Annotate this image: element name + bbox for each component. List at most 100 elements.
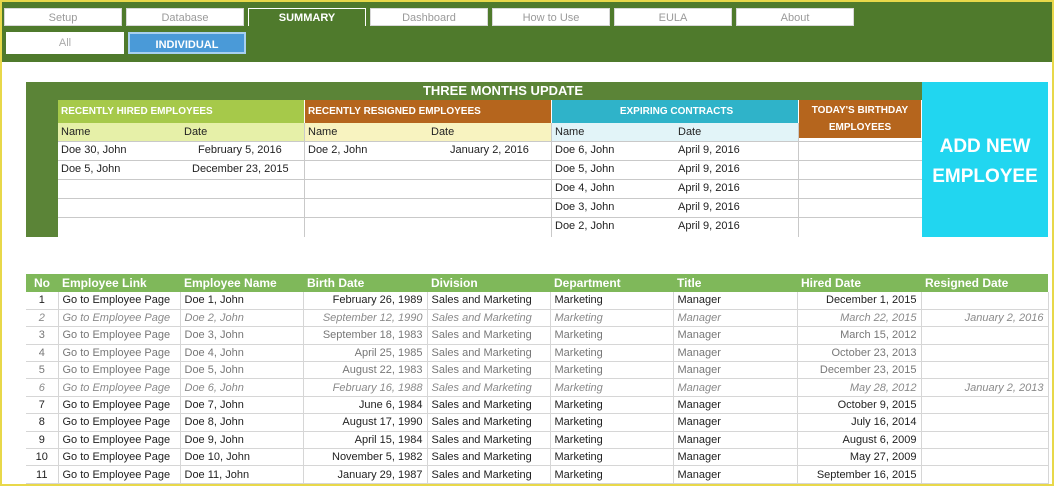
expiring-name: Doe 5, John [555,163,615,175]
header-employee-link[interactable]: Employee Link [58,274,180,292]
expiring-name: Doe 3, John [555,201,615,213]
job-title: Manager [673,413,798,432]
job-title: Manager [673,344,798,363]
grid-line [58,179,922,180]
hired-date: March 15, 2012 [797,326,922,345]
department: Marketing [550,448,674,467]
employee-page-link[interactable]: Go to Employee Page [58,309,181,328]
header-resigned-date[interactable]: Resigned Date [921,274,1048,292]
hired-date: October 9, 2015 [797,396,922,415]
row-number: 2 [26,309,59,328]
birth-date: February 16, 1988 [303,378,428,397]
tab-database[interactable]: Database [126,8,244,26]
birth-date: August 22, 1983 [303,361,428,380]
table-row: 3 Go to Employee Page Doe 3, John September… [26,326,1049,345]
header-employee-name[interactable]: Employee Name [180,274,303,292]
resigned-name: Doe 2, John [308,144,368,156]
header-no[interactable]: No [26,274,58,292]
tab-eula[interactable]: EULA [614,8,732,26]
hired-date: May 27, 2009 [797,448,922,467]
employee-page-link[interactable]: Go to Employee Page [58,413,181,432]
hired-date: September 16, 2015 [797,465,922,484]
employee-name: Doe 3, John [180,326,304,345]
expiring-date: April 9, 2016 [678,182,740,194]
hired-date: February 5, 2016 [198,144,282,156]
subtab-all[interactable]: All [6,32,124,54]
grid-line [551,123,552,237]
table-header-row: No Employee Link Employee Name Birth Dat… [26,274,1048,292]
section-recently-resigned: RECENTLY RESIGNED EMPLOYEES [305,100,551,123]
employee-page-link[interactable]: Go to Employee Page [58,396,181,415]
job-title: Manager [673,309,798,328]
header-division[interactable]: Division [427,274,550,292]
expiring-col-date: Date [678,126,702,138]
employee-name: Doe 6, John [180,378,304,397]
expiring-name: Doe 2, John [555,220,615,232]
division: Sales and Marketing [427,448,551,467]
birth-date: February 26, 1989 [303,292,428,310]
grid-line [798,123,799,237]
header-birth-date[interactable]: Birth Date [303,274,427,292]
employee-name: Doe 4, John [180,344,304,363]
top-navigation-bar: Setup Database SUMMARY Dashboard How to … [2,2,1052,62]
resigned-date: January 2, 2013 [921,378,1049,397]
hired-date: August 6, 2009 [797,431,922,450]
table-row: 8 Go to Employee Page Doe 8, John August 17… [26,413,1049,432]
subtab-individual[interactable]: INDIVIDUAL [128,32,246,54]
table-row: 9 Go to Employee Page Doe 9, John April 15,… [26,431,1049,450]
employee-name: Doe 7, John [180,396,304,415]
birth-date: June 6, 1984 [303,396,428,415]
employee-page-link[interactable]: Go to Employee Page [58,344,181,363]
department: Marketing [550,465,674,484]
employee-page-link[interactable]: Go to Employee Page [58,431,181,450]
department: Marketing [550,431,674,450]
table-row: 1 Go to Employee Page Doe 1, John February … [26,292,1049,310]
hired-date: December 23, 2015 [797,361,922,380]
resigned-date [921,431,1049,450]
table-row: 6 Go to Employee Page Doe 6, John February … [26,378,1049,397]
tab-dashboard[interactable]: Dashboard [370,8,488,26]
employee-page-link[interactable]: Go to Employee Page [58,292,181,310]
table-row: 7 Go to Employee Page Doe 7, John June 6, 1… [26,396,1049,415]
job-title: Manager [673,396,798,415]
employee-table-body: 1 Go to Employee Page Doe 1, John February … [26,292,1049,484]
grid-line [58,198,922,199]
hired-col-headers: Name Date [58,123,304,141]
employee-page-link[interactable]: Go to Employee Page [58,361,181,380]
tab-summary[interactable]: SUMMARY [248,8,366,26]
header-title[interactable]: Title [673,274,797,292]
employee-page-link[interactable]: Go to Employee Page [58,465,181,484]
employee-page-link[interactable]: Go to Employee Page [58,448,181,467]
add-new-employee-button[interactable]: ADD NEW EMPLOYEE [922,82,1048,237]
section-todays-birthday: TODAY'S BIRTHDAY EMPLOYEES [799,100,921,138]
row-number: 9 [26,431,59,450]
employee-page-link[interactable]: Go to Employee Page [58,378,181,397]
grid-line [58,217,922,218]
expiring-name: Doe 4, John [555,182,615,194]
job-title: Manager [673,361,798,380]
resigned-date: January 2, 2016 [450,144,529,156]
header-hired-date[interactable]: Hired Date [797,274,921,292]
employee-name: Doe 5, John [180,361,304,380]
expiring-col-headers: Name Date [552,123,798,141]
hired-name: Doe 5, John [61,163,121,175]
header-department[interactable]: Department [550,274,673,292]
hired-col-date: Date [184,126,208,138]
expiring-name: Doe 6, John [555,144,615,156]
job-title: Manager [673,378,798,397]
tab-about[interactable]: About [736,8,854,26]
panel-side-bar [26,82,58,237]
employee-page-link[interactable]: Go to Employee Page [58,326,181,345]
hired-date: October 23, 2013 [797,344,922,363]
birth-date: September 12, 1990 [303,309,428,328]
grid-line [58,160,922,161]
birth-date: April 25, 1985 [303,344,428,363]
expiring-date: April 9, 2016 [678,144,740,156]
tab-setup[interactable]: Setup [4,8,122,26]
resigned-col-date: Date [431,126,455,138]
tab-how-to-use[interactable]: How to Use [492,8,610,26]
row-number: 6 [26,378,59,397]
job-title: Manager [673,292,798,310]
division: Sales and Marketing [427,361,551,380]
hired-date: December 1, 2015 [797,292,922,310]
